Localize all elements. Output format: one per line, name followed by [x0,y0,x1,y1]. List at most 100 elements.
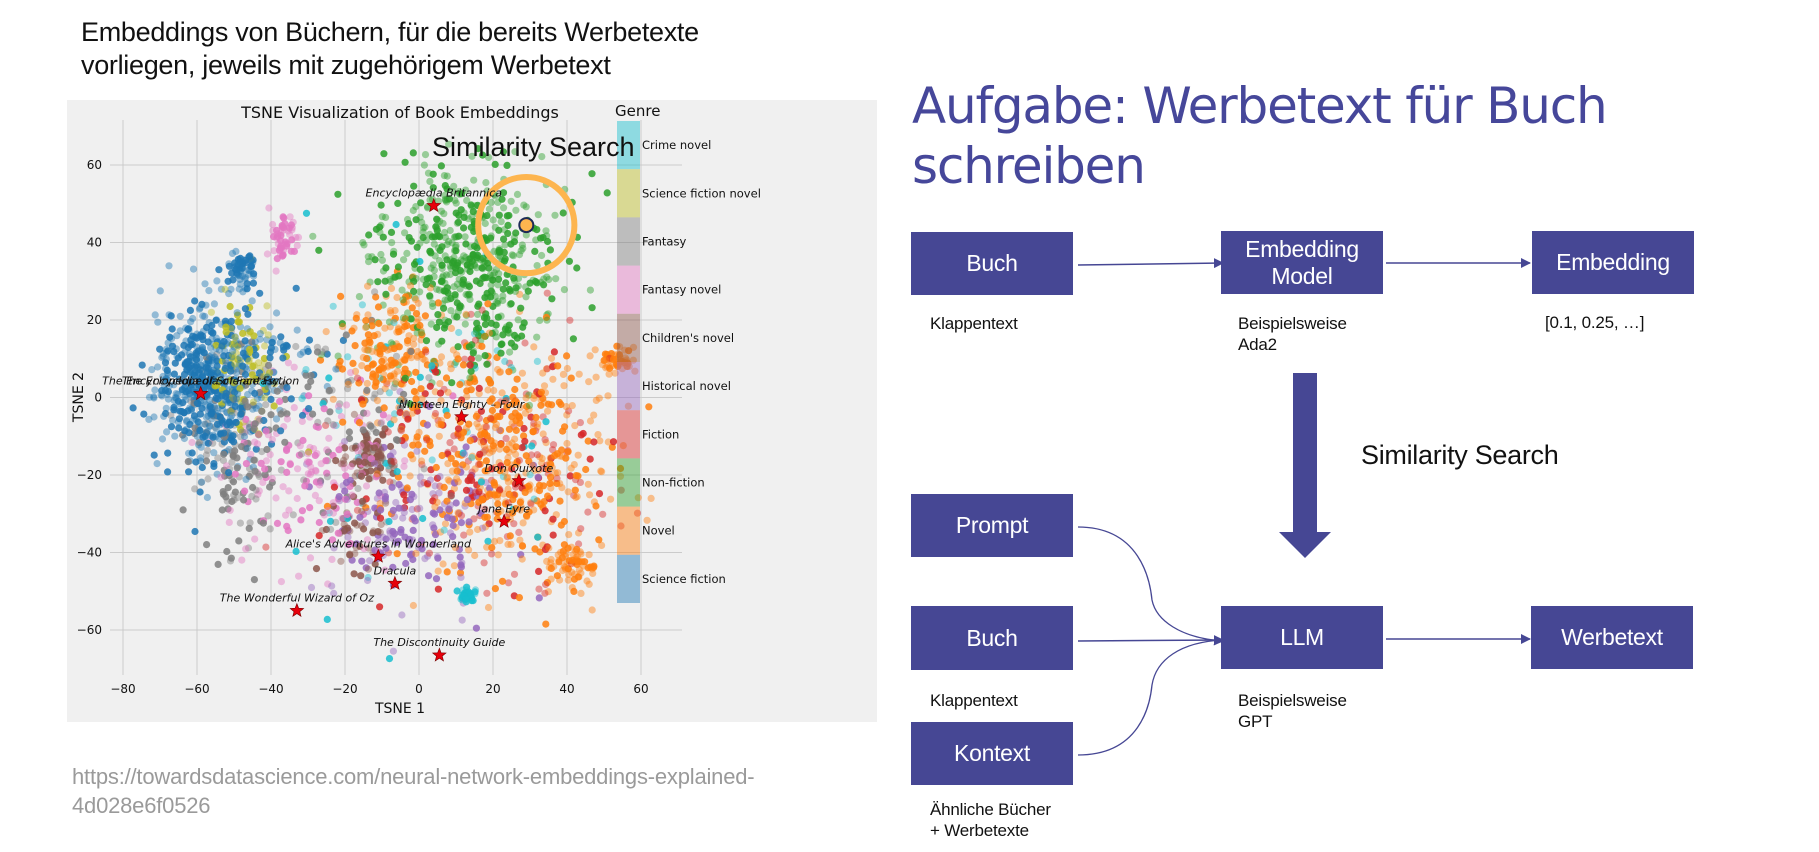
embedding-box: Embedding [1532,231,1694,294]
data-point [557,521,565,529]
data-point [454,218,462,226]
data-point [236,413,244,421]
tsne-plot-panel: −80 −60 −40 −20 0 20 40 60 −60 −40 −20 0 20 40 60 Ency… [67,100,877,722]
data-point [223,421,231,429]
data-point [327,525,335,534]
data-point [467,386,475,394]
data-point [400,256,408,264]
data-point [544,492,552,500]
data-point [472,328,480,336]
source-link-line-1: https://towardsdatascience.com/neural-ne… [72,764,755,789]
data-point [151,311,159,319]
data-point [408,377,416,386]
data-point [203,446,212,454]
data-point [368,347,376,356]
buch-top-note: Klappentext [930,314,1018,333]
data-point [225,518,233,526]
data-point [266,525,274,533]
data-point [416,473,424,481]
data-point [416,288,424,296]
data-point [529,428,537,436]
data-point [482,423,490,431]
data-point [314,418,322,426]
data-point [449,521,457,530]
tsne-scatter-plot: −80 −60 −40 −20 0 20 40 60 −60 −40 −20 0 20 40 60 Ency… [71,102,761,717]
data-point [251,389,259,398]
data-point [535,585,543,593]
data-point [231,333,239,341]
llm-box: LLM [1221,606,1383,669]
data-point [311,451,319,459]
data-point [217,473,225,481]
embedding-model-label-1: Embedding [1245,235,1359,262]
data-point [250,576,258,584]
data-point [252,351,260,359]
data-point [492,420,500,428]
data-point [376,603,384,611]
data-point [208,335,216,343]
source-link[interactable]: https://towardsdatascience.com/neural-ne… [72,762,755,820]
data-point [466,437,474,445]
data-point [359,353,367,362]
embedding-model-note: Beispielsweise Ada2 [1238,313,1347,355]
data-point [417,480,425,488]
data-point [214,560,222,568]
data-point [175,415,183,423]
data-point [520,424,528,433]
data-point [162,364,170,373]
y-tick-label: −60 [77,623,102,637]
data-point [440,304,448,312]
data-point [231,360,239,368]
data-point [343,495,351,504]
data-point [241,256,250,264]
data-point [363,379,371,388]
data-point [358,497,367,505]
data-point [318,348,326,356]
data-point [185,429,193,437]
data-point [446,439,454,447]
data-point [281,220,289,228]
data-point [339,418,347,426]
data-point [426,382,434,390]
data-point [503,161,511,169]
data-point [553,572,561,580]
data-point [344,353,352,361]
data-point [188,340,196,348]
data-point [373,470,381,478]
x-tick-label: 0 [415,682,423,696]
data-point [221,364,229,373]
data-point [186,306,194,314]
data-point [443,568,451,576]
data-point [601,356,610,364]
data-point [358,557,366,565]
data-point [390,458,398,466]
data-point [428,362,436,370]
data-point [421,356,429,364]
data-point [281,438,289,446]
data-point [579,562,588,570]
data-point [251,535,259,543]
data-point [453,467,461,475]
data-point [551,452,559,460]
data-point [388,483,396,491]
book-annotation-label: The Encyclopedia of Fantasy [122,375,280,388]
data-point [306,504,314,512]
data-point [366,557,374,565]
data-point [563,439,571,448]
data-point [250,456,258,464]
data-point [477,431,485,439]
data-point [413,353,421,361]
data-point [377,419,385,428]
data-point [446,501,454,509]
data-point [245,524,253,532]
data-point [588,606,596,614]
x-tick-label: −60 [184,682,209,696]
data-point [542,227,550,235]
data-point [446,256,454,264]
data-point [482,179,490,187]
data-point [469,597,477,605]
data-point [365,231,373,239]
data-point [397,427,405,435]
data-point [453,299,461,307]
data-point [451,291,459,299]
